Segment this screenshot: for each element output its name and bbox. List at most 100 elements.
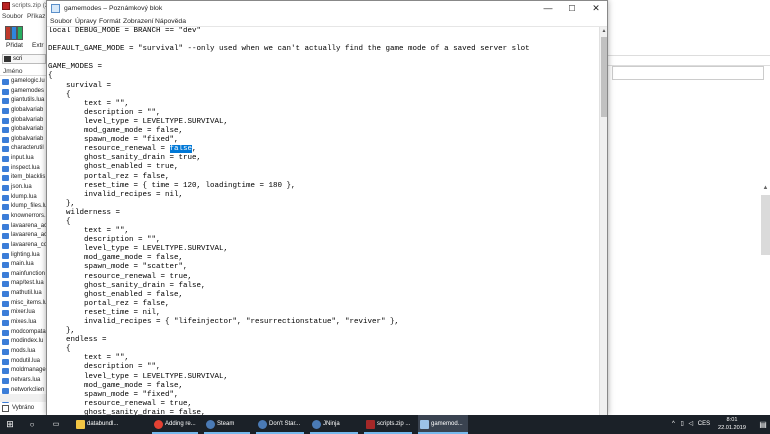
file-list-item[interactable]: mixes.lua: [0, 318, 46, 328]
code-line[interactable]: spawn_mode = "fixed",: [48, 391, 599, 400]
taskbar-app-5[interactable]: scripts.zip ...: [364, 415, 412, 434]
minimize-button[interactable]: —: [536, 1, 560, 16]
file-list-item[interactable]: modutil.lua: [0, 357, 46, 367]
add-button[interactable]: Přidat: [6, 42, 23, 49]
menu-soubor[interactable]: Soubor: [50, 16, 72, 27]
file-list-item[interactable]: modindex.lu: [0, 337, 46, 347]
file-list-item[interactable]: globalvariab: [0, 125, 46, 135]
task-view-icon[interactable]: ▭: [48, 415, 64, 434]
file-list-item[interactable]: mods.lua: [0, 347, 46, 357]
code-line[interactable]: resource_renewal = true,: [48, 400, 599, 409]
volume-icon[interactable]: ◁: [688, 421, 693, 427]
code-line[interactable]: },: [48, 200, 599, 209]
taskbar-app-0[interactable]: databundl...: [74, 415, 146, 434]
code-line[interactable]: invalid_recipes = { "lifeinjector", "res…: [48, 318, 599, 327]
column-header-name[interactable]: Jméno: [0, 67, 46, 76]
archive-right-scrollbar-thumb[interactable]: [761, 195, 770, 255]
file-list-item[interactable]: modcompatab: [0, 328, 46, 338]
clock[interactable]: 8:01 22.01.2019: [712, 417, 752, 432]
code-line[interactable]: GAME_MODES =: [48, 63, 599, 72]
file-list-item[interactable]: moldmanage: [0, 366, 46, 376]
code-line[interactable]: spawn_mode = "fixed",: [48, 136, 599, 145]
code-line[interactable]: ghost_sanity_drain = true,: [48, 154, 599, 163]
file-list-item[interactable]: lavaarena_co: [0, 241, 46, 251]
code-line[interactable]: mod_game_mode = false,: [48, 382, 599, 391]
file-list-item[interactable]: globalvariab: [0, 135, 46, 145]
file-list-item[interactable]: gamelogic.lu: [0, 77, 46, 87]
code-line[interactable]: text = "",: [48, 100, 599, 109]
archive-horizontal-scrollbar[interactable]: [0, 394, 46, 402]
file-list-item[interactable]: lighting.lua: [0, 251, 46, 261]
notepad-titlebar[interactable]: gamemodes – Poznámkový blok — ☐ ✕: [47, 1, 607, 16]
network-icon[interactable]: ▯: [681, 421, 684, 427]
file-list-item[interactable]: giantutils.lua: [0, 96, 46, 106]
code-line[interactable]: ghost_enabled = true,: [48, 163, 599, 172]
taskbar-app-3[interactable]: Don't Star...: [256, 415, 304, 434]
code-line[interactable]: {: [48, 72, 599, 81]
file-list-item[interactable]: misc_items.lu: [0, 299, 46, 309]
code-line[interactable]: wilderness =: [48, 209, 599, 218]
menu-upravy[interactable]: Úpravy: [75, 16, 97, 27]
code-line[interactable]: survival =: [48, 82, 599, 91]
code-line[interactable]: {: [48, 218, 599, 227]
file-list-item[interactable]: netvars.lua: [0, 376, 46, 386]
scroll-up-icon[interactable]: ▲: [600, 27, 608, 35]
file-list-item[interactable]: item_blacklis: [0, 173, 46, 183]
file-list-item[interactable]: mixer.lua: [0, 308, 46, 318]
file-list-item[interactable]: mathutil.lua: [0, 289, 46, 299]
scrollbar-thumb[interactable]: [601, 37, 607, 117]
maximize-button[interactable]: ☐: [560, 1, 584, 16]
code-line[interactable]: spawn_mode = "scatter",: [48, 263, 599, 272]
code-line[interactable]: portal_rez = false,: [48, 300, 599, 309]
taskbar-app-2[interactable]: Steam: [204, 415, 250, 434]
file-list-item[interactable]: map/test.lua: [0, 279, 46, 289]
taskbar-app-4[interactable]: JNinja: [310, 415, 358, 434]
archive-menu-prikaz[interactable]: Příkaz: [27, 13, 45, 20]
file-list-item[interactable]: knownerrors.: [0, 212, 46, 222]
code-line[interactable]: reset_time = nil,: [48, 309, 599, 318]
code-line[interactable]: portal_rez = false,: [48, 173, 599, 182]
windows-start-icon[interactable]: ⊞: [0, 415, 20, 434]
code-line[interactable]: text = "",: [48, 354, 599, 363]
code-line[interactable]: level_type = LEVELTYPE.SURVIVAL,: [48, 245, 599, 254]
search-icon[interactable]: ○: [24, 415, 40, 434]
file-list-item[interactable]: klump_files.lu: [0, 202, 46, 212]
code-line[interactable]: local DEBUG_MODE = BRANCH == "dev": [48, 27, 599, 36]
chevron-up-icon[interactable]: ^: [672, 421, 675, 427]
file-list-item[interactable]: main.lua: [0, 260, 46, 270]
code-line[interactable]: resource_renewal = true,: [48, 273, 599, 282]
file-list-item[interactable]: lavaarena_ac: [0, 231, 46, 241]
code-line[interactable]: {: [48, 345, 599, 354]
code-line[interactable]: DEFAULT_GAME_MODE = "survival" --only us…: [48, 45, 599, 54]
taskbar-app-6[interactable]: gamemod...: [418, 415, 468, 434]
code-line[interactable]: },: [48, 327, 599, 336]
extract-button[interactable]: Extr: [32, 42, 44, 49]
file-list-item[interactable]: characterutil: [0, 144, 46, 154]
up-folder-icon[interactable]: [4, 56, 11, 62]
file-list-item[interactable]: gamemodes: [0, 87, 46, 97]
code-line[interactable]: resource_renewal = false,: [48, 145, 599, 154]
code-line[interactable]: reset_time = { time = 120, loadingtime =…: [48, 182, 599, 191]
notification-icon[interactable]: ▤: [756, 415, 770, 434]
file-list-item[interactable]: klump.lua: [0, 193, 46, 203]
code-line[interactable]: ghost_enabled = false,: [48, 291, 599, 300]
code-line[interactable]: description = "",: [48, 236, 599, 245]
code-line[interactable]: level_type = LEVELTYPE.SURVIVAL,: [48, 373, 599, 382]
file-list-item[interactable]: lavaarena_ac: [0, 222, 46, 232]
text-editor[interactable]: local DEBUG_MODE = BRANCH == "dev" DEFAUL…: [47, 27, 599, 415]
archive-window-title[interactable]: scripts.zip (2: [0, 0, 50, 12]
add-books-icon[interactable]: [5, 24, 25, 40]
menu-format[interactable]: Formát: [99, 16, 121, 27]
file-list-item[interactable]: globalvariab: [0, 106, 46, 116]
keyboard-language[interactable]: CES: [698, 421, 710, 427]
taskbar-app-1[interactable]: Adding re...: [152, 415, 198, 434]
selected-text[interactable]: false: [169, 145, 193, 154]
archive-menu-soubor[interactable]: Soubor: [2, 13, 23, 20]
scroll-up-icon[interactable]: ▲: [761, 185, 770, 194]
code-line[interactable]: [48, 54, 599, 63]
code-line[interactable]: description = "",: [48, 109, 599, 118]
file-list-item[interactable]: mainfunction: [0, 270, 46, 280]
code-content[interactable]: local DEBUG_MODE = BRANCH == "dev" DEFAUL…: [48, 27, 599, 415]
file-list-item[interactable]: globalvariab: [0, 116, 46, 126]
archive-address-bar[interactable]: scri: [2, 54, 46, 64]
